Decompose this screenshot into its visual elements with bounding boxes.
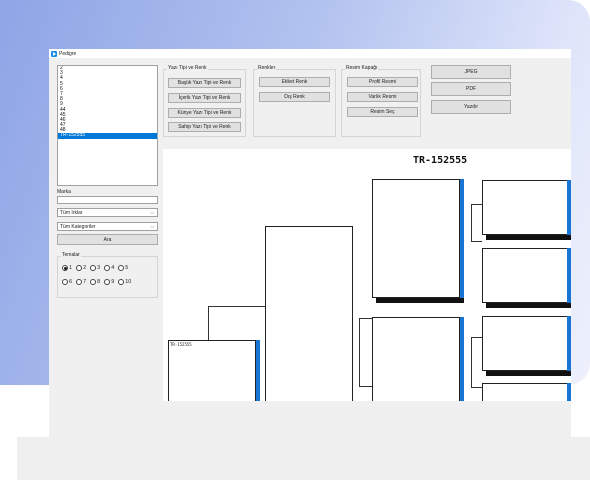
owner-font-button[interactable]: Sahip Yazı Tipi ve Renk bbox=[168, 122, 241, 132]
pedigree-box-parent[interactable] bbox=[265, 226, 353, 401]
theme-radio-label: 2 bbox=[83, 265, 87, 271]
title-bar: Pedigre bbox=[49, 49, 571, 58]
connector-line bbox=[471, 387, 482, 388]
category-select-value: Tüm Kategoriler bbox=[60, 223, 96, 230]
animal-listbox[interactable]: 2 3 4 5 6 7 8 9 44 45 46 47 48 TR-152555 bbox=[57, 65, 158, 186]
theme-radio-3[interactable] bbox=[90, 265, 97, 271]
connector-line bbox=[208, 306, 265, 307]
breed-select[interactable]: Tüm Irklar ⌵ bbox=[57, 208, 158, 217]
connector-line bbox=[471, 337, 472, 387]
title-font-button[interactable]: Başlık Yazı Tipi ve Renk bbox=[168, 78, 241, 88]
pedigree-window: Pedigre 2 3 4 5 6 7 8 9 44 45 46 47 48 TR-152555 Mark… bbox=[49, 49, 571, 437]
pedigree-canvas: TR-152555 TR-152555 bbox=[163, 149, 571, 401]
pedigree-box-edge bbox=[567, 316, 571, 371]
pedigree-box-grandparent[interactable] bbox=[372, 317, 460, 401]
theme-radio-5[interactable] bbox=[118, 265, 125, 271]
pedigree-box-root[interactable] bbox=[168, 340, 256, 401]
font-group-title: Yazı Tipi ve Renk bbox=[167, 65, 208, 71]
connector-line bbox=[359, 318, 372, 319]
pedigree-box-great-grandparent[interactable] bbox=[482, 180, 571, 235]
list-item[interactable]: TR-152555 bbox=[58, 133, 157, 139]
pedigree-box-edge bbox=[376, 298, 464, 303]
brand-label: Marka bbox=[57, 189, 71, 195]
pedigree-box-great-grandparent[interactable] bbox=[482, 248, 571, 303]
pedigree-box-edge bbox=[460, 317, 464, 401]
themes-group bbox=[57, 256, 158, 298]
window-title: Pedigre bbox=[59, 50, 77, 57]
profile-image-button[interactable]: Profil Resmi bbox=[347, 77, 418, 87]
connector-line bbox=[208, 306, 209, 340]
chevron-down-icon: ⌵ bbox=[150, 210, 154, 216]
pedigree-box-great-grandparent[interactable] bbox=[482, 316, 571, 371]
theme-radio-10[interactable] bbox=[118, 279, 125, 285]
print-button[interactable]: Yazdır bbox=[431, 100, 511, 114]
pedigree-title: TR-152555 bbox=[413, 155, 468, 166]
theme-radio-label: 7 bbox=[83, 279, 87, 285]
pedigree-box-edge bbox=[567, 383, 571, 401]
themes-radio-row-1: 1 2 3 4 5 bbox=[62, 265, 131, 271]
pedigree-box-edge bbox=[486, 371, 571, 376]
select-image-button[interactable]: Resim Seç bbox=[347, 107, 418, 117]
connector-line bbox=[471, 204, 472, 241]
theme-radio-2[interactable] bbox=[76, 265, 83, 271]
connector-line bbox=[471, 204, 482, 205]
app-icon bbox=[51, 50, 57, 57]
pedigree-box-edge bbox=[486, 303, 571, 308]
pedigree-box-edge bbox=[567, 248, 571, 303]
theme-radio-7[interactable] bbox=[76, 279, 83, 285]
theme-radio-9[interactable] bbox=[104, 279, 111, 285]
outer-color-button[interactable]: Dış Renk bbox=[259, 92, 330, 102]
pedigree-box-edge bbox=[460, 179, 464, 298]
asset-image-button[interactable]: Varlık Resmi bbox=[347, 92, 418, 102]
theme-radio-label: 3 bbox=[97, 265, 101, 271]
export-jpeg-button[interactable]: JPEG bbox=[431, 65, 511, 79]
connector-line bbox=[359, 318, 360, 386]
export-pdf-button[interactable]: PDF bbox=[431, 82, 511, 96]
breed-select-value: Tüm Irklar bbox=[60, 209, 83, 216]
pedigree-box-root-label: TR-152555 bbox=[170, 342, 192, 347]
cover-group-title: Resim Kapağı bbox=[345, 65, 379, 71]
search-button[interactable]: Ara bbox=[57, 234, 158, 245]
pedigree-box-edge bbox=[486, 235, 571, 240]
pedigree-box-edge bbox=[567, 180, 571, 235]
theme-radio-label: 4 bbox=[111, 265, 115, 271]
pedigree-box-edge bbox=[256, 340, 260, 401]
chevron-down-icon: ⌵ bbox=[150, 224, 154, 230]
theme-radio-8[interactable] bbox=[90, 279, 97, 285]
brand-input[interactable] bbox=[57, 196, 158, 204]
theme-radio-label: 1 bbox=[69, 265, 73, 271]
theme-radio-label: 5 bbox=[125, 265, 129, 271]
theme-radio-label: 6 bbox=[69, 279, 73, 285]
theme-radio-6[interactable] bbox=[62, 279, 68, 285]
theme-radio-1[interactable] bbox=[62, 265, 68, 271]
theme-radio-label: 9 bbox=[111, 279, 115, 285]
category-select[interactable]: Tüm Kategoriler ⌵ bbox=[57, 222, 158, 231]
theme-radio-label: 8 bbox=[97, 279, 101, 285]
theme-radio-4[interactable] bbox=[104, 265, 111, 271]
connector-line bbox=[471, 337, 482, 338]
label-color-button[interactable]: Etiket Renk bbox=[259, 77, 330, 87]
themes-group-title: Temalar bbox=[61, 252, 81, 258]
pedigree-box-grandparent[interactable] bbox=[372, 179, 460, 298]
pedigree-box-great-grandparent[interactable] bbox=[482, 383, 571, 401]
background-panel bbox=[17, 437, 590, 480]
identity-font-button[interactable]: Künye Yazı Tipi ve Renk bbox=[168, 108, 241, 118]
themes-radio-row-2: 6 7 8 9 10 bbox=[62, 279, 134, 285]
connector-line bbox=[359, 386, 372, 387]
connector-line bbox=[471, 241, 482, 242]
theme-radio-label: 10 bbox=[125, 279, 132, 285]
colors-group-title: Renkler bbox=[257, 65, 277, 71]
content-font-button[interactable]: İçerik Yazı Tipi ve Renk bbox=[168, 93, 241, 103]
